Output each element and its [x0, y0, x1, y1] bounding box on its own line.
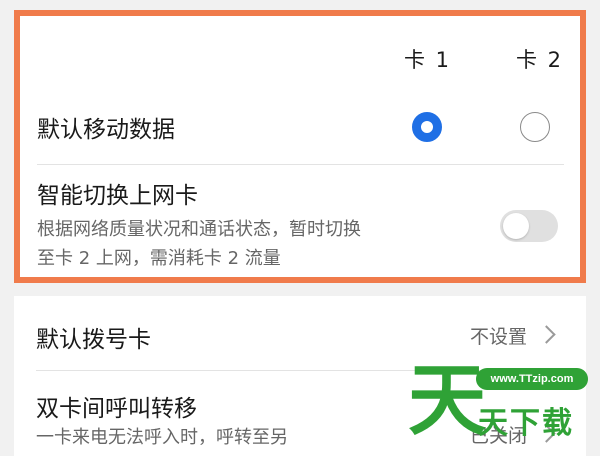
column-header-card-1: 卡 1	[404, 48, 452, 72]
call-forward-label: 双卡间呼叫转移	[36, 396, 197, 422]
smart-switch-toggle[interactable]	[500, 210, 558, 242]
smart-switch-label: 智能切换上网卡	[37, 183, 198, 209]
watermark-url: www.TTzip.com	[476, 368, 588, 390]
column-header-card-2: 卡 2	[516, 48, 564, 72]
card-1-data-radio[interactable]	[412, 112, 442, 142]
watermark-logo-char: 天	[408, 356, 487, 446]
default-dial-card-label: 默认拨号卡	[36, 327, 151, 353]
default-mobile-data-label: 默认移动数据	[37, 117, 175, 143]
default-dial-card-value: 不设置	[470, 326, 528, 348]
site-watermark: 天 www.TTzip.com 天下载	[408, 358, 592, 450]
call-forward-description: 一卡来电无法呼入时，呼转至另	[36, 427, 288, 448]
toggle-knob	[503, 213, 529, 239]
smart-switch-description-line2: 至卡 2 上网，需消耗卡 2 流量	[37, 248, 281, 269]
chevron-right-icon	[537, 325, 556, 344]
card-2-data-radio[interactable]	[520, 112, 550, 142]
sim-card-settings-panel: 卡 1 卡 2 默认移动数据 智能切换上网卡 根据网络质量状况和通话状态，暂时切…	[14, 10, 586, 283]
watermark-text: 天下载	[478, 406, 574, 441]
smart-switch-description-line1: 根据网络质量状况和通话状态，暂时切换	[37, 219, 361, 240]
divider	[37, 164, 564, 165]
